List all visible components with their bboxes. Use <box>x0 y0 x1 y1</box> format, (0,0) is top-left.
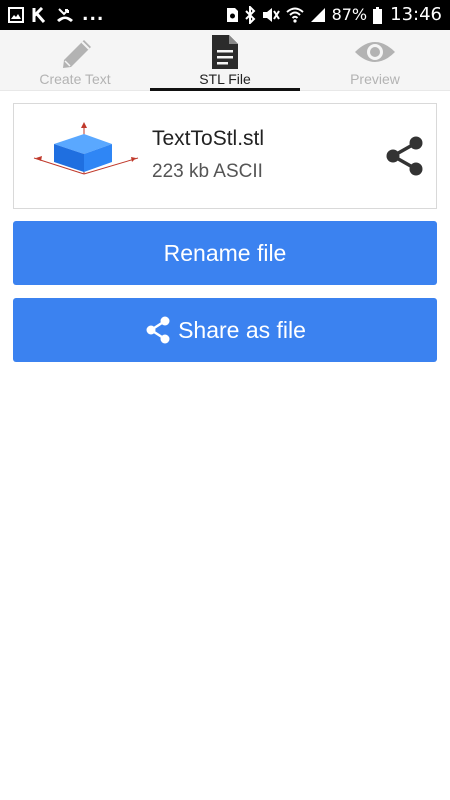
tab-label: STL File <box>199 71 251 87</box>
file-card: TextToStl.stl 223 kb ASCII <box>13 103 437 209</box>
battery-percent: 87% <box>331 5 368 24</box>
missed-call-icon <box>56 7 74 23</box>
battery-icon <box>373 6 383 24</box>
rename-file-label: Rename file <box>163 239 287 266</box>
file-size-format: 223 kb ASCII <box>152 161 263 182</box>
image-icon <box>8 7 24 23</box>
tab-preview[interactable]: Preview <box>300 30 450 91</box>
eye-icon <box>353 34 397 74</box>
status-bar: ... 87% 13:46 <box>0 0 450 30</box>
active-tab-indicator <box>150 88 300 91</box>
share-icon[interactable] <box>382 134 426 178</box>
share-icon <box>144 315 172 345</box>
k-app-icon <box>32 7 48 23</box>
sim-icon <box>226 7 239 23</box>
file-name: TextToStl.stl <box>152 127 265 150</box>
status-overflow: ... <box>82 5 105 25</box>
document-icon <box>210 34 240 74</box>
rename-file-button[interactable]: Rename file <box>13 221 437 285</box>
3d-box-icon <box>32 118 142 182</box>
tab-create-text[interactable]: Create Text <box>0 30 150 91</box>
share-as-file-button[interactable]: Share as file <box>13 298 437 362</box>
pencil-icon <box>55 34 95 74</box>
status-bar-right: 87% 13:46 <box>226 5 442 25</box>
status-bar-left: ... <box>8 5 104 25</box>
tab-stl-file[interactable]: STL File <box>150 30 300 91</box>
mute-icon <box>262 7 280 23</box>
signal-icon <box>310 7 326 23</box>
tab-label: Preview <box>350 71 400 87</box>
share-as-file-label: Share as file <box>178 316 306 343</box>
clock: 13:46 <box>390 4 442 25</box>
bluetooth-icon <box>244 6 256 24</box>
wifi-icon <box>285 7 304 23</box>
tab-label: Create Text <box>39 71 111 87</box>
tab-bar: Create Text STL File Preview <box>0 30 450 91</box>
